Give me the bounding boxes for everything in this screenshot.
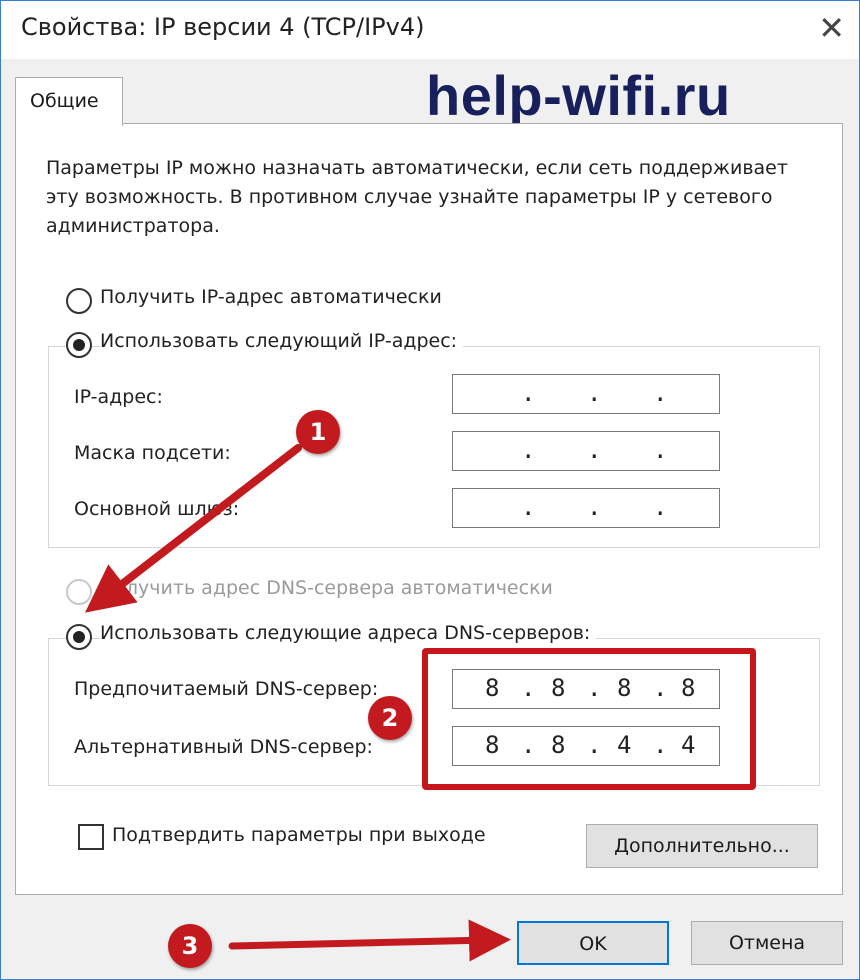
validate-checkbox-label[interactable]: Подтвердить параметры при выходе <box>112 824 486 846</box>
alternate-dns-label: Альтернативный DNS-сервер: <box>74 736 373 758</box>
subnet-mask-label: Маска подсети: <box>74 442 231 464</box>
annotation-badge-1: 1 <box>296 410 340 454</box>
preferred-dns-label: Предпочитаемый DNS-сервер: <box>74 678 379 700</box>
ip-address-input[interactable]: ... <box>452 374 720 414</box>
radio-dns-manual-label[interactable]: Использовать следующие адреса DNS-сервер… <box>100 622 597 644</box>
annotation-badge-2: 2 <box>368 696 412 740</box>
subnet-mask-input[interactable]: ... <box>452 431 720 471</box>
ip-address-label: IP-адрес: <box>74 386 163 408</box>
default-gateway-label: Основной шлюз: <box>74 498 240 520</box>
ok-button[interactable]: OK <box>517 921 669 965</box>
default-gateway-input[interactable]: ... <box>452 488 720 528</box>
tab-general-label: Общие <box>30 90 99 112</box>
title-bar: Свойства: IP версии 4 (TCP/IPv4) ✕ <box>1 1 859 59</box>
radio-ip-manual[interactable] <box>66 332 92 358</box>
radio-dns-auto[interactable] <box>66 579 92 605</box>
window-title: Свойства: IP версии 4 (TCP/IPv4) <box>21 13 425 41</box>
dialog-window: Свойства: IP версии 4 (TCP/IPv4) ✕ Общие… <box>0 0 860 980</box>
tab-general[interactable]: Общие <box>15 77 123 126</box>
annotation-badge-3: 3 <box>168 924 212 968</box>
radio-ip-auto-label[interactable]: Получить IP-адрес автоматически <box>100 286 442 308</box>
radio-ip-auto[interactable] <box>66 288 92 314</box>
radio-dns-manual[interactable] <box>66 624 92 650</box>
validate-checkbox[interactable] <box>78 824 104 850</box>
dns-highlight-box <box>422 648 756 790</box>
cancel-button[interactable]: Отмена <box>691 921 843 965</box>
watermark: help-wifi.ru <box>426 64 731 127</box>
description-text: Параметры IP можно назначать автоматичес… <box>46 157 788 237</box>
close-icon[interactable]: ✕ <box>818 9 845 47</box>
radio-dns-auto-label[interactable]: Получить адрес DNS-сервера автоматически <box>100 577 553 599</box>
advanced-button[interactable]: Дополнительно... <box>586 824 818 868</box>
radio-ip-manual-label[interactable]: Использовать следующий IP-адрес: <box>100 330 464 352</box>
